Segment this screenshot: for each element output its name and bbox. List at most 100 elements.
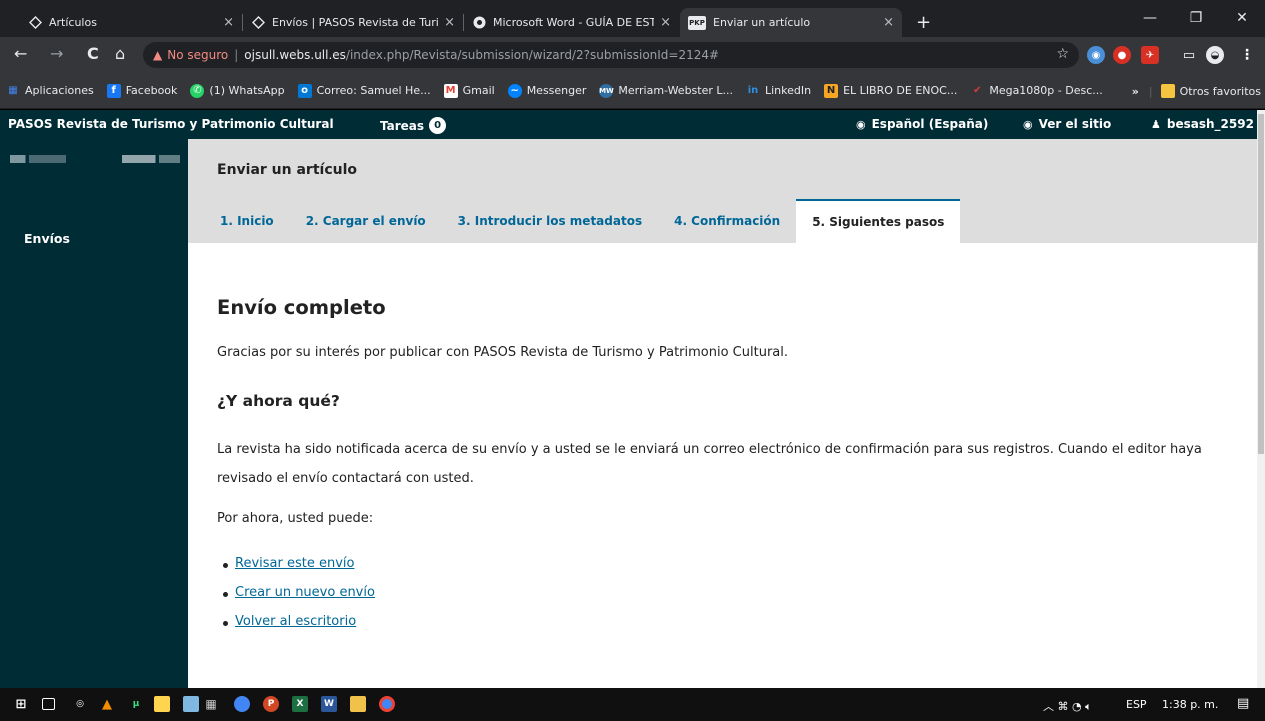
new-submission-link[interactable]: Crear un nuevo envío xyxy=(235,585,375,600)
warning-icon[interactable]: ▲ xyxy=(153,48,162,62)
minimize-icon[interactable]: — xyxy=(1127,4,1173,32)
file-explorer-icon[interactable] xyxy=(350,696,366,712)
security-status[interactable]: No seguro xyxy=(167,48,228,62)
cast-icon[interactable]: ▭ xyxy=(1180,46,1198,64)
view-site-link[interactable]: ◉ Ver el sitio xyxy=(1023,117,1111,131)
utorrent-icon[interactable]: µ xyxy=(128,696,144,712)
restore-icon[interactable]: ❐ xyxy=(1173,4,1219,32)
vlc-icon[interactable]: ▲ xyxy=(99,696,115,712)
browser-tab-word[interactable]: Microsoft Word - GUÍA DE ESTILO × xyxy=(464,8,679,37)
notifications-icon[interactable]: ▤ xyxy=(1237,696,1249,711)
close-tab-icon[interactable]: × xyxy=(660,15,671,30)
back-icon[interactable]: ← xyxy=(14,44,27,63)
scrollbar-thumb[interactable] xyxy=(1258,114,1264,454)
site-name-link[interactable]: PASOS Revista de Turismo y Patrimonio Cu… xyxy=(8,117,334,131)
tray-icons[interactable]: ︿ ⌘ ◔ 🔈︎ xyxy=(1043,698,1092,714)
language-label: Español (España) xyxy=(871,117,989,131)
extension-search-icon[interactable]: ◉ xyxy=(1087,46,1105,64)
calculator-icon[interactable]: ▦ xyxy=(203,696,219,712)
sticky-notes-icon[interactable] xyxy=(154,696,170,712)
journal-logos xyxy=(10,153,180,167)
bookmark-messenger[interactable]: ~ Messenger xyxy=(507,83,586,98)
list-item: Volver al escritorio xyxy=(223,614,375,643)
bookmark-label: LinkedIn xyxy=(765,84,812,97)
menu-dots-icon[interactable]: ⋮ xyxy=(1238,46,1256,64)
tab-title: Microsoft Word - GUÍA DE ESTILO xyxy=(493,16,655,29)
for-now-text: Por ahora, usted puede: xyxy=(217,511,374,526)
bookmark-merriam-webster[interactable]: MW Merriam-Webster L... xyxy=(599,83,733,98)
gmail-icon: M xyxy=(443,83,458,98)
new-tab-button[interactable]: + xyxy=(916,12,931,33)
tab-metadatos[interactable]: 3. Introducir los metadatos xyxy=(442,199,658,243)
notification-text: La revista ha sido notificada acerca de … xyxy=(217,442,1202,486)
university-logo xyxy=(122,155,180,163)
blogger-icon: N xyxy=(824,83,839,98)
home-icon[interactable]: ⌂ xyxy=(115,44,125,63)
folder-icon xyxy=(1160,84,1175,98)
windows-start-icon[interactable]: ⊞ xyxy=(13,696,29,712)
forward-icon[interactable]: → xyxy=(50,44,63,63)
bookmark-star-icon[interactable]: ☆ xyxy=(1056,46,1069,62)
messenger-icon: ~ xyxy=(507,83,522,98)
url-host[interactable]: ojsull.webs.ull.es xyxy=(244,48,346,62)
bookmark-whatsapp[interactable]: ✆ (1) WhatsApp xyxy=(190,83,285,98)
profile-avatar[interactable]: ◒ xyxy=(1206,46,1224,64)
bookmark-label: Correo: Samuel He... xyxy=(316,84,431,97)
close-window-icon[interactable]: ✕ xyxy=(1219,4,1265,32)
next-heading: ¿Y ahora qué? xyxy=(217,392,340,410)
address-bar[interactable]: ▲ No seguro | ojsull.webs.ull.es/index.p… xyxy=(143,42,1079,68)
page-scrollbar[interactable] xyxy=(1257,110,1265,688)
bookmark-mega1080p[interactable]: ✔ Mega1080p - Desc... xyxy=(970,84,1103,98)
whatsapp-icon: ✆ xyxy=(190,83,205,98)
user-menu[interactable]: ♟ besash_2592 xyxy=(1151,117,1254,131)
chrome-taskbar-icon[interactable] xyxy=(234,696,250,712)
bookmark-label: (1) WhatsApp xyxy=(209,84,285,97)
sidebar-item-envios[interactable]: Envíos xyxy=(24,231,70,246)
bookmark-aplicaciones[interactable]: ▦ Aplicaciones xyxy=(6,84,93,98)
view-site-label: Ver el sitio xyxy=(1038,117,1112,131)
word-icon[interactable]: W xyxy=(321,696,337,712)
bookmark-libro-enoc[interactable]: N EL LIBRO DE ENOC... xyxy=(824,83,957,98)
next-steps-list: Revisar este envío Crear un nuevo envío … xyxy=(223,556,375,643)
powerpoint-icon[interactable]: P xyxy=(263,696,279,712)
steam-icon[interactable]: ◎ xyxy=(72,696,88,712)
close-tab-icon[interactable]: × xyxy=(444,15,455,30)
tasks-label: Tareas xyxy=(380,118,425,133)
reload-icon[interactable]: C xyxy=(87,44,99,63)
more-bookmarks-button[interactable]: » xyxy=(1132,85,1139,98)
files-icon[interactable] xyxy=(183,696,199,712)
chrome-active-icon[interactable] xyxy=(379,696,395,712)
other-favorites-folder[interactable]: Otros favoritos xyxy=(1160,84,1261,98)
browser-tab-enviar-articulo[interactable]: PKP Enviar un artículo × xyxy=(680,8,902,37)
extension-pin-icon[interactable]: ✈ xyxy=(1141,46,1159,64)
browser-tab-envios[interactable]: Envíos | PASOS Revista de Turism × xyxy=(243,8,463,37)
input-language[interactable]: ESP xyxy=(1126,698,1147,711)
browser-tab-strip: Artículos × Envíos | PASOS Revista de Tu… xyxy=(0,0,1265,37)
task-view-icon[interactable] xyxy=(42,698,55,710)
main-content: Envío completo Gracias por su interés po… xyxy=(188,243,1257,688)
tab-cargar-envio[interactable]: 2. Cargar el envío xyxy=(290,199,442,243)
tab-confirmacion[interactable]: 4. Confirmación xyxy=(658,199,796,243)
other-favorites-label: Otros favoritos xyxy=(1179,84,1261,98)
extension-adblock-icon[interactable]: ● xyxy=(1113,46,1131,64)
bookmark-facebook[interactable]: f Facebook xyxy=(106,83,177,98)
close-tab-icon[interactable]: × xyxy=(883,15,894,30)
wizard-tabs: 1. Inicio 2. Cargar el envío 3. Introduc… xyxy=(204,199,961,243)
ojs-top-bar: PASOS Revista de Turismo y Patrimonio Cu… xyxy=(0,110,1257,139)
tab-siguientes-pasos[interactable]: 5. Siguientes pasos xyxy=(796,199,961,243)
review-submission-link[interactable]: Revisar este envío xyxy=(235,556,354,571)
bookmark-label: Mega1080p - Desc... xyxy=(989,84,1103,97)
bookmark-correo[interactable]: o Correo: Samuel He... xyxy=(297,83,431,98)
tab-inicio[interactable]: 1. Inicio xyxy=(204,199,290,243)
clock[interactable]: 1:38 p. m. xyxy=(1162,698,1218,711)
tasks-button[interactable]: Tareas 0 xyxy=(380,117,447,134)
close-tab-icon[interactable]: × xyxy=(223,15,234,30)
list-item: Revisar este envío xyxy=(223,556,375,585)
bookmark-gmail[interactable]: M Gmail xyxy=(443,83,495,98)
language-menu[interactable]: ◉ Español (España) xyxy=(856,117,988,131)
browser-tab-articulos[interactable]: Artículos × xyxy=(20,8,242,37)
excel-icon[interactable]: X xyxy=(292,696,308,712)
url-path[interactable]: /index.php/Revista/submission/wizard/2?s… xyxy=(346,48,719,62)
bookmark-linkedin[interactable]: in LinkedIn xyxy=(746,84,811,98)
dashboard-link[interactable]: Volver al escritorio xyxy=(235,614,356,629)
